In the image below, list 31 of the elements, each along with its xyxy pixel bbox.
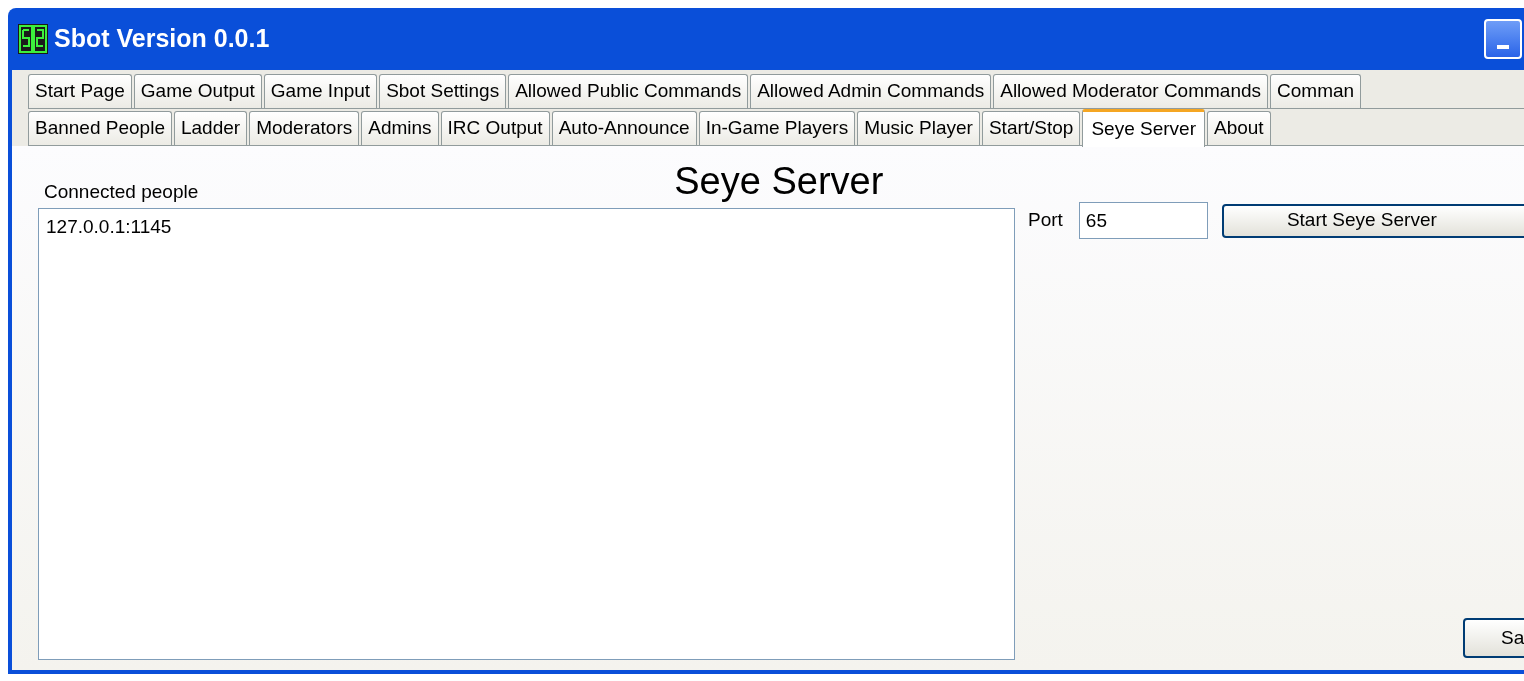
tab[interactable]: Allowed Public Commands <box>508 74 749 108</box>
tab[interactable]: Seye Server <box>1082 109 1205 147</box>
minimize-icon <box>1497 45 1509 49</box>
tab[interactable]: Game Input <box>263 74 378 108</box>
tab[interactable]: Allowed Admin Commands <box>750 74 992 108</box>
tab[interactable]: Comman <box>1270 74 1362 108</box>
port-label: Port <box>1028 208 1063 233</box>
start-server-button[interactable]: Start Seye Server <box>1221 203 1524 238</box>
panel-title: Seye Server <box>674 162 884 200</box>
tab[interactable]: Auto-Announce <box>551 111 697 145</box>
app-logo-icon <box>18 24 48 54</box>
tab[interactable]: In-Game Players <box>698 111 856 145</box>
tab[interactable]: Allowed Moderator Commands <box>993 74 1269 108</box>
minimize-button[interactable] <box>1484 19 1522 59</box>
list-item[interactable]: 127.0.0.1:1145 <box>46 213 1007 242</box>
tab[interactable]: IRC Output <box>440 111 550 145</box>
window-title: Sbot Version 0.0.1 <box>54 23 270 55</box>
tab[interactable]: Game Output <box>133 74 262 108</box>
tab[interactable]: Start Page <box>28 74 132 108</box>
tab[interactable]: Music Player <box>857 111 980 145</box>
tab[interactable]: Banned People <box>28 111 172 145</box>
connected-list[interactable]: 127.0.0.1:1145 <box>38 208 1015 660</box>
tab[interactable]: Start/Stop <box>981 111 1081 145</box>
list-label: Connected people <box>44 179 199 204</box>
port-field[interactable]: 65 <box>1078 202 1208 239</box>
tab[interactable]: Ladder <box>173 111 248 145</box>
tab[interactable]: Moderators <box>249 111 360 145</box>
tab[interactable]: Admins <box>361 111 439 145</box>
save-button[interactable]: Sa <box>1463 618 1524 658</box>
tab[interactable]: Sbot Settings <box>379 74 507 108</box>
tab[interactable]: About <box>1207 111 1271 145</box>
